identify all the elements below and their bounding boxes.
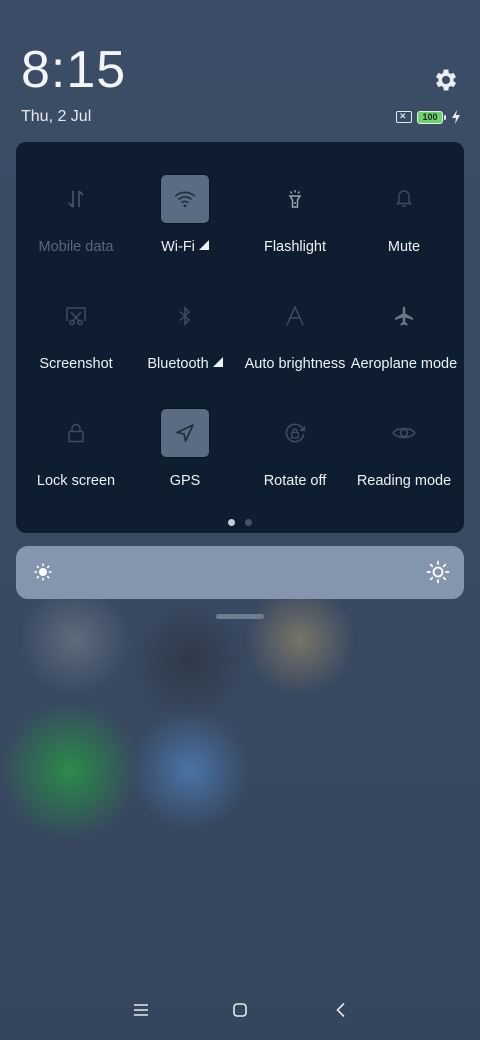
clock-time: 8:15 bbox=[21, 41, 127, 99]
tile-label: Reading mode bbox=[356, 473, 452, 489]
settings-icon[interactable] bbox=[432, 66, 460, 94]
tile-mobile-data[interactable]: Mobile data bbox=[16, 142, 136, 255]
bell-icon bbox=[396, 190, 412, 207]
page-indicator bbox=[16, 519, 464, 526]
brightness-slider[interactable] bbox=[16, 546, 464, 599]
expand-triangle-icon bbox=[212, 357, 223, 367]
auto-brightness-icon bbox=[286, 305, 304, 326]
battery-icon: 100 bbox=[417, 110, 446, 124]
tile-gps[interactable]: GPS bbox=[125, 376, 245, 489]
no-sim-icon bbox=[396, 111, 412, 123]
quick-settings-panel: Mobile data Wi-Fi Flashlight Mute Screen… bbox=[16, 142, 464, 533]
navigation-bar bbox=[0, 990, 480, 1030]
tile-label: Bluetooth bbox=[147, 356, 209, 372]
location-arrow-icon bbox=[176, 424, 194, 442]
battery-level: 100 bbox=[422, 112, 438, 122]
tile-wifi[interactable]: Wi-Fi bbox=[125, 142, 245, 255]
tile-flashlight[interactable]: Flashlight bbox=[235, 142, 355, 255]
tile-aeroplane-mode[interactable]: Aeroplane mode bbox=[344, 259, 464, 372]
page-dot[interactable] bbox=[245, 519, 252, 526]
date-text: Thu, 2 Jul bbox=[21, 108, 92, 125]
page-dot-active[interactable] bbox=[228, 519, 235, 526]
airplane-icon bbox=[395, 306, 413, 326]
rotation-lock-icon bbox=[285, 423, 306, 443]
expand-triangle-icon bbox=[198, 240, 209, 250]
screenshot-icon bbox=[66, 307, 86, 326]
status-icons: 100 bbox=[396, 110, 461, 124]
tile-label: Mute bbox=[387, 239, 421, 255]
brightness-low-icon bbox=[34, 563, 52, 581]
bluetooth-icon bbox=[179, 306, 191, 326]
tile-label: Aeroplane mode bbox=[350, 356, 458, 372]
tile-label: Wi-Fi bbox=[161, 239, 195, 255]
tile-rotate-off[interactable]: Rotate off bbox=[235, 376, 355, 489]
tile-screenshot[interactable]: Screenshot bbox=[16, 259, 136, 372]
tile-reading-mode[interactable]: Reading mode bbox=[344, 376, 464, 489]
menu-icon[interactable] bbox=[131, 1000, 151, 1020]
flashlight-icon bbox=[288, 190, 302, 208]
tile-auto-brightness[interactable]: Auto brightness bbox=[235, 259, 355, 372]
panel-drag-handle[interactable] bbox=[216, 614, 264, 619]
tile-bluetooth[interactable]: Bluetooth bbox=[125, 259, 245, 372]
charging-bolt-icon bbox=[452, 110, 460, 124]
tile-lock-screen[interactable]: Lock screen bbox=[16, 376, 136, 489]
eye-icon bbox=[392, 427, 416, 439]
tile-mute[interactable]: Mute bbox=[344, 142, 464, 255]
lock-icon bbox=[68, 423, 84, 443]
mobile-data-icon bbox=[68, 190, 84, 208]
brightness-high-icon bbox=[426, 560, 450, 584]
back-icon[interactable] bbox=[331, 1000, 351, 1020]
wifi-icon bbox=[174, 191, 196, 208]
home-icon[interactable] bbox=[230, 1000, 250, 1020]
